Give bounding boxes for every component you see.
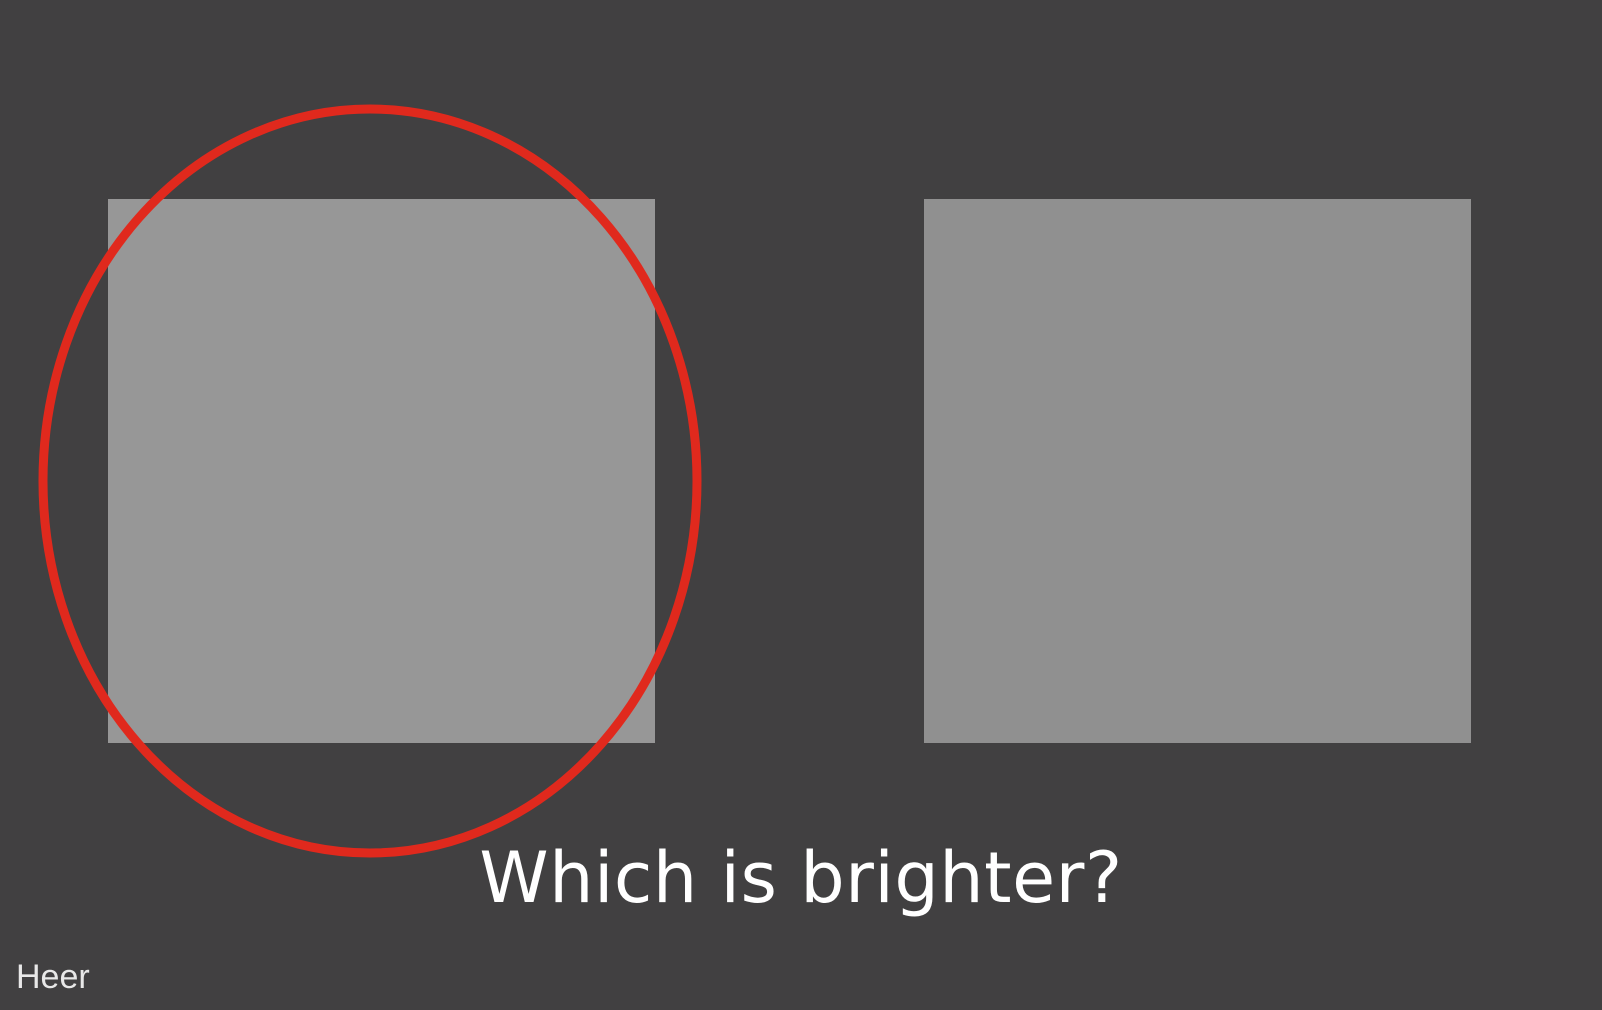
question-text: Which is brighter? [479, 837, 1123, 919]
slide: Which is brighter? Heer [0, 0, 1602, 1010]
credit-text: Heer [16, 958, 90, 996]
left-gray-square [108, 199, 655, 743]
right-gray-square [924, 199, 1471, 743]
